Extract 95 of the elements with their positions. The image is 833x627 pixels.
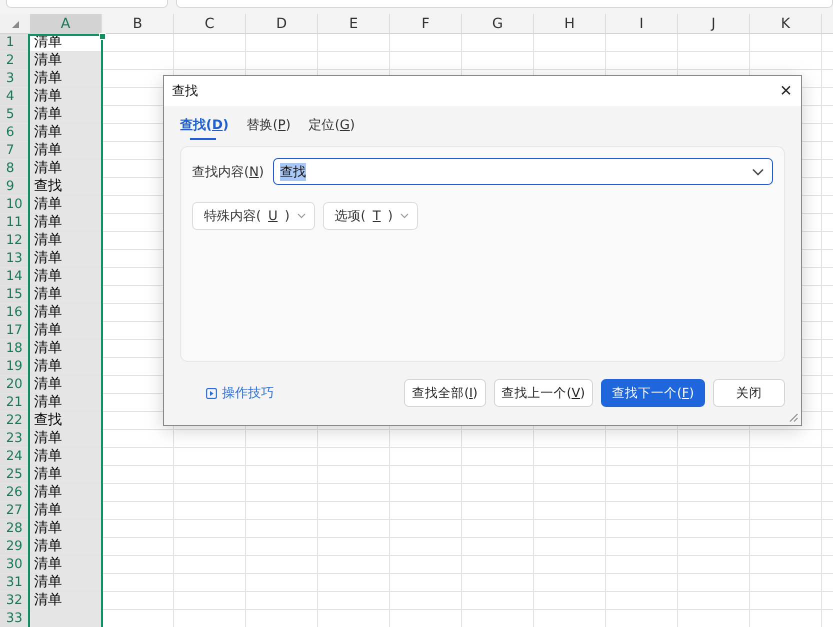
field-label: 查找内容(N) — [192, 164, 264, 180]
table-cell: 清单 — [30, 502, 102, 519]
dialog-title: 查找 — [172, 83, 198, 100]
chevron-down-icon — [400, 213, 409, 219]
search-field[interactable]: 查找 — [272, 158, 773, 185]
tab[interactable]: 替换(P) — [246, 115, 291, 137]
table-cell: 清单 — [30, 340, 102, 357]
table-cell: 清单 — [30, 106, 102, 123]
row-header[interactable]: 1 — [0, 34, 30, 51]
table-cell: 清单 — [30, 70, 102, 87]
dropdown-button[interactable]: 特殊内容( U ) — [192, 202, 315, 230]
row-header[interactable]: 13 — [0, 250, 30, 267]
table-cell: 清单 — [30, 430, 102, 447]
dialog-button[interactable]: 查找下一个(F) — [601, 379, 705, 407]
row-header[interactable]: 29 — [0, 538, 30, 555]
table-cell: 清单 — [30, 286, 102, 303]
row-header[interactable]: 21 — [0, 394, 30, 411]
play-icon — [206, 388, 217, 398]
row-header[interactable]: 23 — [0, 430, 30, 447]
row-header[interactable]: 18 — [0, 340, 30, 357]
row-header[interactable]: 11 — [0, 214, 30, 231]
column-header[interactable]: G — [462, 14, 534, 33]
table-cell: 查找 — [30, 412, 102, 429]
close-button[interactable]: × — [771, 76, 801, 106]
column-header[interactable]: J — [678, 14, 750, 33]
row-header[interactable]: 6 — [0, 124, 30, 141]
corner-triangle-icon — [12, 21, 18, 28]
column-header[interactable]: H — [534, 14, 606, 33]
table-cell: 清单 — [30, 232, 102, 249]
chevron-down-icon[interactable] — [752, 168, 764, 176]
table-cell: 清单 — [30, 574, 102, 591]
row-header[interactable]: 30 — [0, 556, 30, 573]
column-header[interactable]: I — [606, 14, 678, 33]
column-header[interactable]: K — [750, 14, 822, 33]
table-cell: 清单 — [30, 52, 102, 69]
row-header[interactable]: 12 — [0, 232, 30, 249]
column-header[interactable]: E — [318, 14, 390, 33]
dialog-button[interactable]: 查找上一个(V) — [494, 379, 594, 407]
fill-handle[interactable] — [99, 33, 106, 40]
tips-link[interactable]: 操作技巧 — [206, 384, 274, 402]
table-cell: 清单 — [30, 448, 102, 465]
table-cell: 清单 — [30, 592, 102, 609]
table-cell: 清单 — [30, 124, 102, 141]
table-cell: 查找 — [30, 178, 102, 195]
column-header[interactable]: F — [390, 14, 462, 33]
table-cell: 清单 — [30, 268, 102, 285]
dialog-button[interactable]: 查找全部(I) — [404, 379, 486, 407]
tab[interactable]: 查找(D) — [180, 115, 229, 137]
dialog-button[interactable]: 关闭 — [713, 379, 785, 407]
row-header[interactable]: 10 — [0, 196, 30, 213]
row-header[interactable]: 2 — [0, 52, 30, 69]
table-cell: 清单 — [30, 484, 102, 501]
table-cell: 清单 — [30, 250, 102, 267]
row-header[interactable]: 7 — [0, 142, 30, 159]
table-cell: 清单 — [30, 466, 102, 483]
row-header[interactable]: 19 — [0, 358, 30, 375]
table-cell: 清单 — [30, 322, 102, 339]
table-cell: 清单 — [30, 214, 102, 231]
table-cell: 清单 — [30, 376, 102, 393]
row-header[interactable]: 27 — [0, 502, 30, 519]
row-header[interactable]: 28 — [0, 520, 30, 537]
row-header[interactable]: 16 — [0, 304, 30, 321]
row-header[interactable]: 32 — [0, 592, 30, 609]
table-cell: 清单 — [30, 538, 102, 555]
table-cell: 清单 — [30, 196, 102, 213]
table-cell: 清单 — [30, 160, 102, 177]
row-header[interactable]: 3 — [0, 70, 30, 87]
column-header[interactable]: C — [174, 14, 246, 33]
row-header[interactable]: 5 — [0, 106, 30, 123]
table-cell: 清单 — [30, 142, 102, 159]
table-cell: 清单 — [30, 556, 102, 573]
row-header[interactable]: 4 — [0, 88, 30, 105]
table-cell: 清单 — [30, 88, 102, 105]
row-header[interactable]: 15 — [0, 286, 30, 303]
column-header[interactable]: D — [246, 14, 318, 33]
row-header[interactable]: 24 — [0, 448, 30, 465]
row-header[interactable]: 25 — [0, 466, 30, 483]
row-header[interactable]: 33 — [0, 610, 30, 627]
row-header[interactable]: 8 — [0, 160, 30, 177]
resize-grip-icon[interactable] — [789, 413, 798, 422]
tab[interactable]: 定位(G) — [308, 115, 355, 137]
row-header[interactable]: 9 — [0, 178, 30, 195]
table-cell: 清单 — [30, 304, 102, 321]
table-cell: 清单 — [30, 358, 102, 375]
row-header[interactable]: 26 — [0, 484, 30, 501]
chevron-down-icon — [296, 213, 306, 219]
row-header[interactable]: 20 — [0, 376, 30, 393]
dropdown-button[interactable]: 选项( T ) — [322, 202, 418, 230]
row-header[interactable]: 31 — [0, 574, 30, 591]
table-cell: 清单 — [30, 394, 102, 411]
row-header[interactable]: 14 — [0, 268, 30, 285]
row-header[interactable]: 22 — [0, 412, 30, 429]
row-header[interactable]: 17 — [0, 322, 30, 339]
table-cell: 清单 — [30, 520, 102, 537]
column-header[interactable]: A — [30, 14, 102, 33]
